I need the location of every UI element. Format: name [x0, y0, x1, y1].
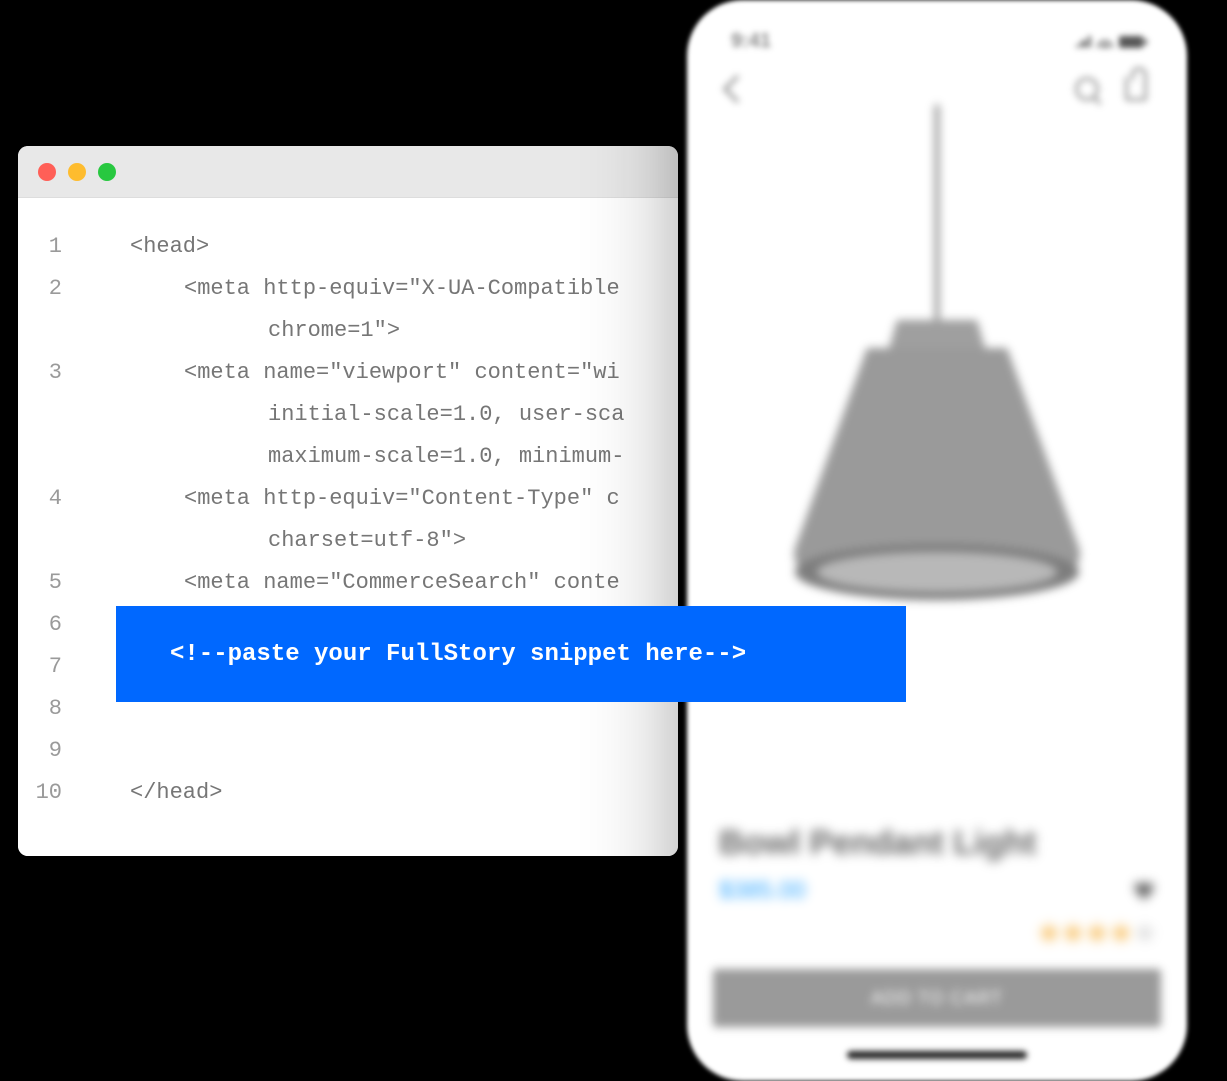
line-number: 6: [18, 604, 80, 646]
code-line: initial-scale=1.0, user-sca: [80, 394, 678, 436]
code-line: <meta name="CommerceSearch" conte: [80, 562, 678, 604]
code-line: charset=utf-8">: [80, 520, 678, 562]
star-icon: [1087, 923, 1107, 943]
code-line: [80, 730, 678, 772]
product-title: Bowl Pendant Light: [719, 824, 1155, 863]
line-number: 1: [18, 226, 80, 268]
product-info: Bowl Pendant Light $385.00: [709, 798, 1165, 949]
battery-icon: [1119, 36, 1143, 48]
line-number: 3: [18, 352, 80, 478]
line-number: 5: [18, 562, 80, 604]
code-editor-window: 1 2 3 4 5 6 7 8 9 10 <head> <meta http-e…: [18, 146, 678, 856]
back-icon[interactable]: [723, 75, 751, 103]
code-line: <meta http-equiv="X-UA-Compatible: [80, 268, 678, 310]
window-zoom-icon[interactable]: [98, 163, 116, 181]
wifi-icon: [1097, 36, 1113, 48]
star-icon: [1135, 923, 1155, 943]
phone-nav-row: [709, 63, 1165, 105]
window-minimize-icon[interactable]: [68, 163, 86, 181]
line-number: 2: [18, 268, 80, 352]
shopping-bag-icon[interactable]: [1125, 77, 1147, 101]
line-number: 4: [18, 478, 80, 562]
code-line: <meta http-equiv="Content-Type" c: [80, 478, 678, 520]
editor-body: 1 2 3 4 5 6 7 8 9 10 <head> <meta http-e…: [18, 198, 678, 856]
rating-stars: [719, 923, 1155, 943]
pendant-lamp-icon: [767, 105, 1107, 665]
line-number: 8: [18, 688, 80, 730]
star-icon: [1063, 923, 1083, 943]
code-line: maximum-scale=1.0, minimum-: [80, 436, 678, 478]
signal-icon: [1075, 36, 1091, 48]
star-icon: [1039, 923, 1059, 943]
code-area[interactable]: <head> <meta http-equiv="X-UA-Compatible…: [80, 198, 678, 856]
add-to-cart-label: ADD TO CART: [871, 988, 1003, 1009]
heart-icon[interactable]: [1133, 880, 1155, 902]
phone-status-bar: 9:41: [709, 30, 1165, 63]
line-number-gutter: 1 2 3 4 5 6 7 8 9 10: [18, 198, 80, 856]
window-close-icon[interactable]: [38, 163, 56, 181]
code-line: </head>: [80, 772, 678, 814]
line-number: 7: [18, 646, 80, 688]
add-to-cart-button[interactable]: ADD TO CART: [713, 969, 1161, 1027]
search-icon[interactable]: [1075, 77, 1099, 101]
code-line: chrome=1">: [80, 310, 678, 352]
status-time: 9:41: [731, 30, 771, 53]
code-line: <head>: [80, 226, 678, 268]
editor-titlebar: [18, 146, 678, 198]
line-number: 9: [18, 730, 80, 772]
home-indicator[interactable]: [847, 1051, 1027, 1059]
star-icon: [1111, 923, 1131, 943]
snippet-highlight-banner: <!--paste your FullStory snippet here-->: [116, 606, 906, 702]
snippet-highlight-text: <!--paste your FullStory snippet here-->: [170, 641, 746, 668]
phone-mockup: 9:41 Bowl Pendant Light $385.00: [687, 0, 1187, 1081]
line-number: 10: [18, 772, 80, 814]
product-price: $385.00: [719, 877, 806, 905]
code-line: <meta name="viewport" content="wi: [80, 352, 678, 394]
